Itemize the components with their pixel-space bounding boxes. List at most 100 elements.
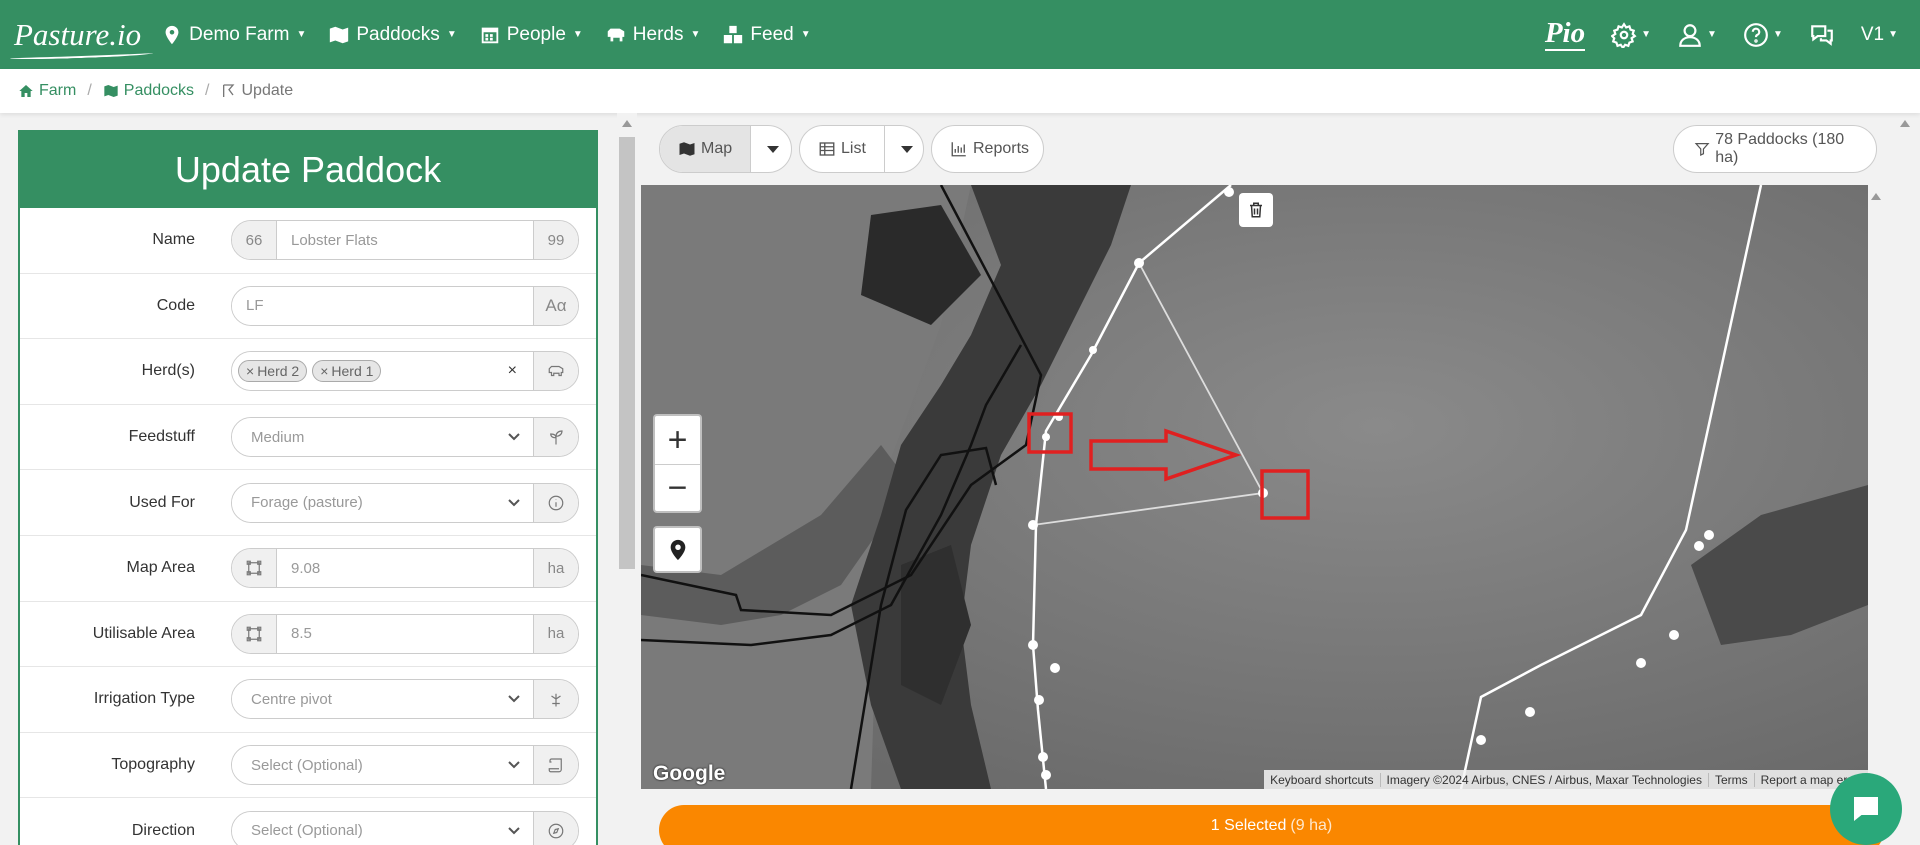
- nav-paddocks-menu[interactable]: Paddocks ▼: [328, 23, 457, 46]
- nav-herds-menu[interactable]: Herds ▼: [605, 23, 700, 46]
- breadcrumb-separator: /: [205, 82, 210, 99]
- nav-feed-menu[interactable]: Feed ▼: [722, 23, 811, 46]
- irrigation-select[interactable]: Centre pivot: [231, 679, 579, 720]
- name-row: Name 66 Lobster Flats 99: [20, 208, 596, 274]
- map-view-dropdown[interactable]: [750, 126, 795, 172]
- herd-tag[interactable]: × Herd 2: [238, 360, 308, 383]
- tag-remove-icon[interactable]: ×: [320, 363, 328, 379]
- feedstuff-select[interactable]: Medium: [231, 417, 579, 458]
- zoom-controls: + −: [653, 414, 702, 513]
- list-view-label: List: [841, 140, 866, 157]
- breadcrumb-separator: /: [87, 82, 92, 99]
- topography-value: Select (Optional): [251, 756, 363, 774]
- chevron-down-icon: [508, 826, 520, 835]
- zoom-out-button[interactable]: −: [655, 464, 700, 512]
- locate-button[interactable]: [653, 526, 702, 573]
- map-scrollbar[interactable]: [1868, 185, 1884, 789]
- herd-tag[interactable]: × Herd 1: [312, 360, 382, 383]
- calendar-icon: [481, 27, 498, 43]
- vector-square-icon: [232, 614, 277, 653]
- pio-assistant-logo[interactable]: Pio: [1544, 18, 1586, 51]
- page-scroll-up-arrow-icon[interactable]: [1900, 120, 1910, 127]
- font-case-icon: Aα: [533, 286, 578, 325]
- breadcrumb-farm-label: Farm: [39, 82, 77, 99]
- nav-farm-menu[interactable]: Demo Farm ▼: [161, 24, 306, 46]
- compass-icon: [533, 811, 578, 845]
- delete-vertex-button[interactable]: [1239, 193, 1273, 227]
- nav-paddocks-label: Paddocks: [356, 23, 440, 45]
- google-logo: Google: [653, 762, 726, 785]
- terms-link[interactable]: Terms: [1707, 772, 1754, 787]
- help-menu[interactable]: ▼: [1743, 22, 1783, 48]
- caret-down-icon: [767, 145, 780, 153]
- tag-remove-icon[interactable]: ×: [246, 363, 254, 379]
- chevron-down-icon: [508, 695, 520, 703]
- seedling-icon: [533, 418, 578, 457]
- used-for-value: Forage (pasture): [251, 494, 363, 512]
- scroll-up-arrow-icon[interactable]: [622, 120, 632, 127]
- user-menu[interactable]: ▼: [1677, 22, 1717, 48]
- utilisable-area-input[interactable]: 8.5: [277, 614, 533, 653]
- zoom-in-button[interactable]: +: [655, 416, 700, 464]
- herds-multiselect[interactable]: × Herd 2 × Herd 1 ×: [231, 351, 579, 392]
- feedstuff-label: Feedstuff: [128, 428, 195, 446]
- reports-button[interactable]: Reports: [931, 125, 1044, 173]
- name-input[interactable]: Lobster Flats: [277, 221, 533, 260]
- support-chat-button[interactable]: [1830, 773, 1902, 845]
- list-view-dropdown[interactable]: [883, 126, 929, 172]
- boxes-icon: [724, 25, 743, 43]
- herds-row: Herd(s) × Herd 2 × Herd 1 ×: [20, 339, 596, 405]
- code-label: Code: [156, 296, 195, 314]
- feedstuff-row: Feedstuff Medium: [20, 405, 596, 471]
- topography-select[interactable]: Select (Optional): [231, 745, 579, 786]
- list-view-button[interactable]: List: [800, 126, 884, 172]
- paddock-filter-button[interactable]: 78 Paddocks (180 ha): [1673, 125, 1877, 173]
- direction-select[interactable]: Select (Optional): [231, 810, 579, 845]
- nav-farm-label: Demo Farm: [189, 23, 290, 45]
- direction-value: Select (Optional): [251, 822, 363, 840]
- map-icon: [330, 26, 349, 43]
- keyboard-shortcuts-link[interactable]: Keyboard shortcuts: [1264, 773, 1379, 787]
- messages-button[interactable]: [1809, 22, 1835, 48]
- breadcrumb-farm[interactable]: Farm: [18, 82, 76, 100]
- paddock-map[interactable]: + − Google Keyboard shortcuts Imagery ©2…: [641, 185, 1868, 789]
- map-area-input[interactable]: 9.08: [277, 549, 533, 588]
- topography-row: Topography Select (Optional): [20, 733, 596, 799]
- caret-down-icon: [900, 145, 913, 153]
- settings-menu[interactable]: ▼: [1611, 21, 1651, 48]
- utilisable-area-row: Utilisable Area 8.5 ha: [20, 602, 596, 668]
- name-prefix[interactable]: 66: [232, 221, 277, 260]
- paddock-filter-label: 78 Paddocks (180 ha): [1715, 131, 1845, 166]
- breadcrumb-paddocks[interactable]: Paddocks: [103, 82, 194, 100]
- code-input[interactable]: LF: [232, 286, 533, 325]
- nav-people-menu[interactable]: People ▼: [479, 24, 583, 46]
- map-view-button[interactable]: Map: [660, 126, 751, 172]
- utilisable-area-label: Utilisable Area: [92, 624, 195, 642]
- chevron-down-icon: [508, 498, 520, 507]
- map-pin-icon: [165, 25, 179, 44]
- form-scrollbar[interactable]: [617, 113, 637, 845]
- nav-feed-label: Feed: [750, 23, 794, 45]
- gear-icon: [1611, 21, 1637, 48]
- question-circle-icon: [1744, 22, 1768, 47]
- brand-logo[interactable]: Pasture.io: [14, 19, 141, 50]
- cow-icon: [533, 352, 578, 391]
- irrigation-row: Irrigation Type Centre pivot: [20, 667, 596, 733]
- direction-row: Direction Select (Optional): [20, 798, 596, 845]
- used-for-row: Used For Forage (pasture): [20, 470, 596, 536]
- used-for-select[interactable]: Forage (pasture): [231, 482, 579, 523]
- name-suffix[interactable]: 99: [533, 221, 578, 260]
- version-menu[interactable]: V1 ▼: [1861, 24, 1898, 46]
- topography-label: Topography: [111, 756, 195, 774]
- selected-summary-bar[interactable]: 1 Selected (9 ha): [659, 805, 1884, 845]
- scroll-up-arrow-icon[interactable]: [1871, 193, 1881, 200]
- scrollbar-thumb[interactable]: [619, 137, 635, 569]
- nav-herds-label: Herds: [632, 23, 684, 45]
- list-view-group: List: [799, 125, 924, 173]
- clear-herds-button[interactable]: ×: [508, 362, 517, 380]
- bar-chart-icon: [951, 142, 966, 157]
- chat-bubbles-icon: [1811, 24, 1833, 46]
- home-icon: [19, 85, 33, 97]
- code-field: LF Aα: [231, 285, 579, 326]
- scroll-icon: [533, 746, 578, 785]
